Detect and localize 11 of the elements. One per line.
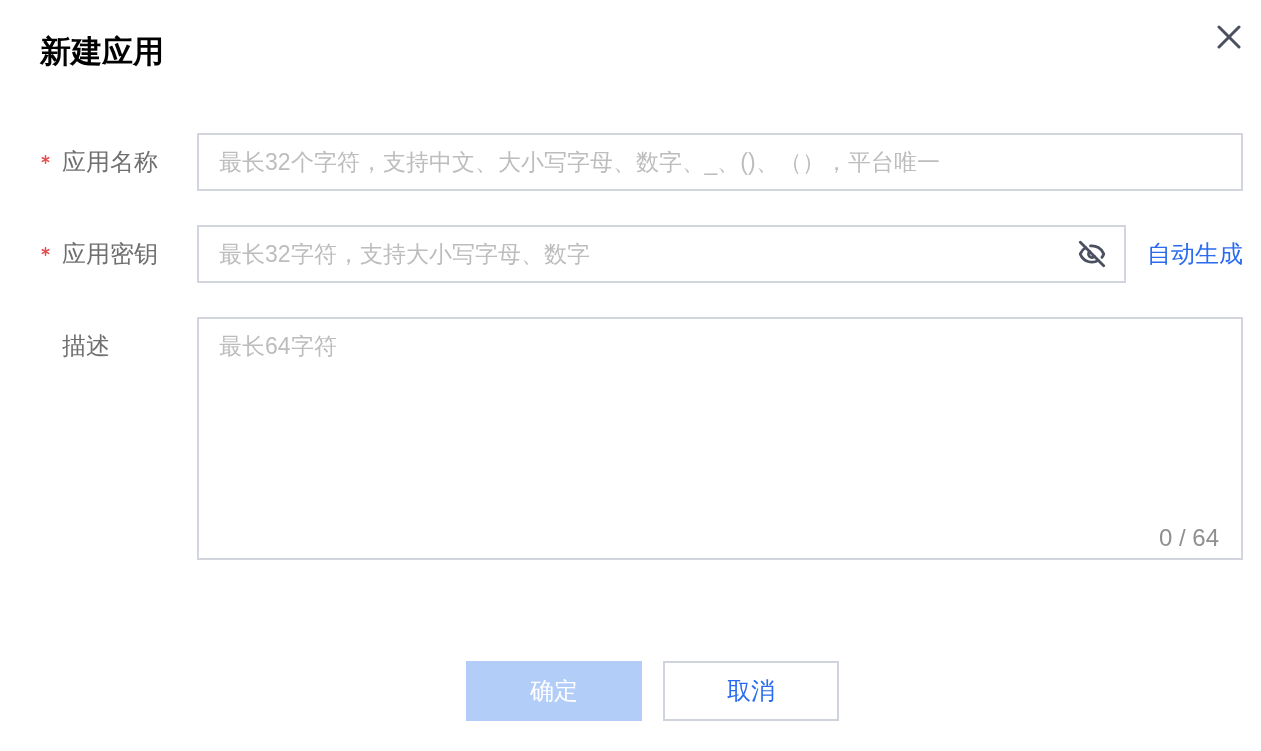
field-label: 应用名称 <box>62 147 158 177</box>
eye-slash-icon[interactable] <box>1078 240 1106 268</box>
field-label: 应用密钥 <box>62 239 158 269</box>
close-icon[interactable] <box>1217 25 1241 49</box>
name-input-field[interactable]: 最长32个字符，支持中文、大小写字母、数字、_、()、（），平台唯一 <box>197 133 1243 191</box>
field-label: 描述 <box>62 331 110 361</box>
dialog-title: 新建应用 <box>40 33 164 71</box>
character-counter: 0 / 64 <box>1158 524 1219 552</box>
cancel-button[interactable]: 取消 <box>663 661 839 721</box>
secret-input-field[interactable]: 最长32字符，支持大小写字母、数字 <box>197 225 1126 283</box>
generate-link[interactable]: 自动生成 <box>1147 225 1243 283</box>
